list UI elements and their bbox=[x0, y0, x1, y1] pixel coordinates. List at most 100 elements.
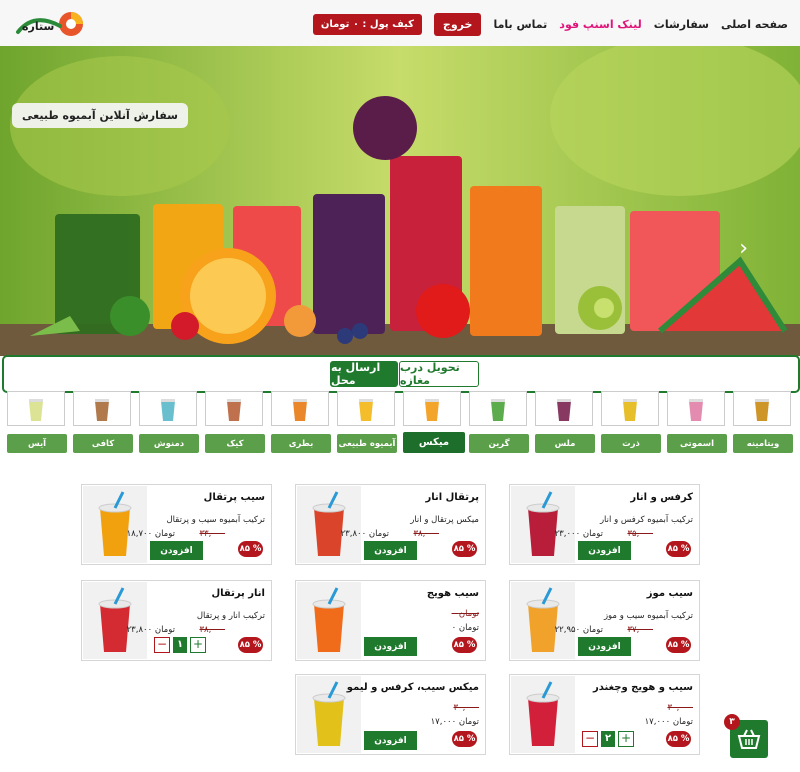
product-image bbox=[511, 676, 575, 753]
original-price: ۳۰,۰۰۰ bbox=[453, 703, 479, 713]
cart-button[interactable]: ۳ bbox=[724, 714, 768, 758]
carousel-next-icon[interactable]: › bbox=[739, 236, 748, 261]
original-price: ۳۵,۰۰۰ bbox=[627, 529, 653, 539]
decrease-button[interactable]: − bbox=[154, 637, 170, 653]
wallet-button[interactable]: کیف پول : ۰ تومان bbox=[312, 13, 422, 35]
original-price: ۳۰,۰۰۰ bbox=[667, 703, 693, 713]
product-card[interactable]: پرتقال انار میکس پرتقال و انار ۳۸,۰۰۰ ۲۳,۸۰… bbox=[295, 484, 486, 565]
product-name: سیب موز bbox=[646, 588, 693, 599]
nav-orders-link[interactable]: سفارشات bbox=[654, 18, 709, 31]
category-tab[interactable]: آیس bbox=[7, 434, 67, 453]
category-tab[interactable]: اسموتی bbox=[667, 434, 727, 453]
category-tab[interactable]: بطری bbox=[271, 434, 331, 453]
product-name: انار پرتقال bbox=[211, 588, 265, 599]
discounted-price: ۲۳,۸۰۰ تومان bbox=[126, 625, 175, 635]
category-tabs: ویتامینه اسموتی ذرت ملس گرین میکس آبمیوه طبیعی… bbox=[0, 432, 800, 454]
category-tab[interactable]: کیک bbox=[205, 434, 265, 453]
home-delivery-button[interactable]: ارسال به محل bbox=[330, 361, 398, 387]
hero-title: سفارش آنلاین آبمیوه طبیعی bbox=[12, 103, 188, 128]
site-logo[interactable]: ستاره bbox=[14, 8, 88, 40]
increase-button[interactable]: + bbox=[190, 637, 206, 653]
product-image bbox=[83, 486, 147, 563]
product-image bbox=[511, 582, 575, 659]
product-card[interactable]: میکس سیب، کرفس و لیمو ۳۰,۰۰۰ ۱۷,۰۰۰ تومان ۸… bbox=[295, 674, 486, 755]
discount-badge: ۸۵ % bbox=[452, 541, 477, 557]
orange-juice-icon[interactable] bbox=[403, 391, 461, 426]
bottle-icon[interactable] bbox=[271, 391, 329, 426]
discount-badge: ۸۵ % bbox=[666, 541, 691, 557]
product-description: ترکیب آبمیوه سیب و موز bbox=[603, 611, 693, 621]
add-to-cart-button[interactable]: افزودن bbox=[364, 541, 417, 560]
discounted-price: ۱۷,۰۰۰ تومان bbox=[430, 717, 479, 727]
product-card[interactable]: سیب پرتقال ترکیب آبمیوه سیب و پرتقال ۳۳,۰۰… bbox=[81, 484, 272, 565]
logout-button[interactable]: خروج bbox=[433, 12, 482, 36]
product-name: سیب پرتقال bbox=[203, 492, 265, 503]
bowl-icon[interactable] bbox=[733, 391, 791, 426]
category-tab[interactable]: ویتامینه bbox=[733, 434, 793, 453]
product-description: ترکیب آبمیوه سیب و پرتقال bbox=[166, 515, 266, 525]
category-tab[interactable]: میکس bbox=[403, 432, 465, 453]
discount-badge: ۸۵ % bbox=[666, 731, 691, 747]
original-price: ۳۸,۰۰۰ bbox=[199, 625, 225, 635]
product-image bbox=[83, 582, 147, 659]
discounted-price: ۱۷,۰۰۰ تومان bbox=[644, 717, 693, 727]
discounted-price: ۲۳,۰۰۰ تومان bbox=[554, 529, 603, 539]
coffee-icon[interactable] bbox=[73, 391, 131, 426]
add-to-cart-button[interactable]: افزودن bbox=[578, 541, 631, 560]
quantity-stepper: −۲ + bbox=[582, 731, 634, 747]
cart-count-badge: ۳ bbox=[724, 714, 740, 730]
product-name: میکس سیب، کرفس و لیمو bbox=[346, 682, 479, 693]
add-to-cart-button[interactable]: افزودن bbox=[150, 541, 203, 560]
product-name: کرفس و انار bbox=[630, 492, 693, 503]
product-name: سیب هویج bbox=[426, 588, 479, 599]
decrease-button[interactable]: − bbox=[582, 731, 598, 747]
quantity-stepper: −۱ + bbox=[154, 637, 206, 653]
product-image bbox=[297, 486, 361, 563]
add-to-cart-button[interactable]: افزودن bbox=[364, 637, 417, 656]
jar-icon[interactable] bbox=[535, 391, 593, 426]
nav-contact-link[interactable]: تماس باما bbox=[493, 18, 547, 31]
category-tab[interactable]: کافی bbox=[73, 434, 133, 453]
cup-icon[interactable] bbox=[139, 391, 197, 426]
discounted-price: ۰ تومان bbox=[451, 623, 479, 633]
nav-snappfood-link[interactable]: لینک اسنپ فود bbox=[559, 18, 642, 31]
nav-home-link[interactable]: صفحه اصلی bbox=[721, 18, 788, 31]
shake-icon[interactable] bbox=[667, 391, 725, 426]
product-card[interactable]: سیب و هویج وچغندر ۳۰,۰۰۰ ۱۷,۰۰۰ تومان ۸۵ % −… bbox=[509, 674, 700, 755]
add-to-cart-button[interactable]: افزودن bbox=[364, 731, 417, 750]
discount-badge: ۸۵ % bbox=[238, 637, 263, 653]
category-tab[interactable]: دمنوش bbox=[139, 434, 199, 453]
corn-icon[interactable] bbox=[601, 391, 659, 426]
category-tab[interactable]: گرین bbox=[469, 434, 529, 453]
glass-icon[interactable] bbox=[7, 391, 65, 426]
cake-icon[interactable] bbox=[205, 391, 263, 426]
product-description: میکس پرتقال و انار bbox=[410, 515, 479, 525]
main-nav: صفحه اصلی سفارشات لینک اسنپ فود تماس بام… bbox=[312, 0, 788, 48]
quantity-value: ۲ bbox=[601, 731, 615, 747]
category-tab[interactable]: ذرت bbox=[601, 434, 661, 453]
product-name: پرتقال انار bbox=[425, 492, 479, 503]
original-price: ۰ تومان bbox=[451, 609, 479, 619]
green-juice-icon[interactable] bbox=[469, 391, 527, 426]
logo-text: ستاره bbox=[22, 20, 54, 33]
product-card[interactable]: سیب موز ترکیب آبمیوه سیب و موز ۳۷,۰۰۰ ۲۲,۹۵… bbox=[509, 580, 700, 661]
product-card[interactable]: انار پرتقال ترکیب انار و پرتقال ۳۸,۰۰۰ ۲۳,۸… bbox=[81, 580, 272, 661]
discounted-price: ۲۳,۸۰۰ تومان bbox=[340, 529, 389, 539]
product-image bbox=[511, 486, 575, 563]
product-card[interactable]: کرفس و انار ترکیب آبمیوه کرفس و انار ۳۵,۰۰… bbox=[509, 484, 700, 565]
basket-icon bbox=[737, 729, 761, 749]
category-tab[interactable]: آبمیوه طبیعی bbox=[337, 434, 397, 453]
add-to-cart-button[interactable]: افزودن bbox=[578, 637, 631, 656]
yellow-juice-icon[interactable] bbox=[337, 391, 395, 426]
category-tab[interactable]: ملس bbox=[535, 434, 595, 453]
store-pickup-button[interactable]: تحویل درب مغازه bbox=[399, 361, 479, 387]
discount-badge: ۸۵ % bbox=[452, 731, 477, 747]
discount-badge: ۸۵ % bbox=[666, 637, 691, 653]
product-description: ترکیب آبمیوه کرفس و انار bbox=[599, 515, 693, 525]
quantity-value: ۱ bbox=[173, 637, 187, 653]
hero-banner: سفارش آنلاین آبمیوه طبیعی › bbox=[0, 46, 800, 356]
product-card[interactable]: سیب هویج ۰ تومان ۰ تومان ۸۵ % افزودن bbox=[295, 580, 486, 661]
delivery-options: تحویل درب مغازه ارسال به محل bbox=[2, 355, 800, 393]
increase-button[interactable]: + bbox=[618, 731, 634, 747]
product-image bbox=[297, 582, 361, 659]
